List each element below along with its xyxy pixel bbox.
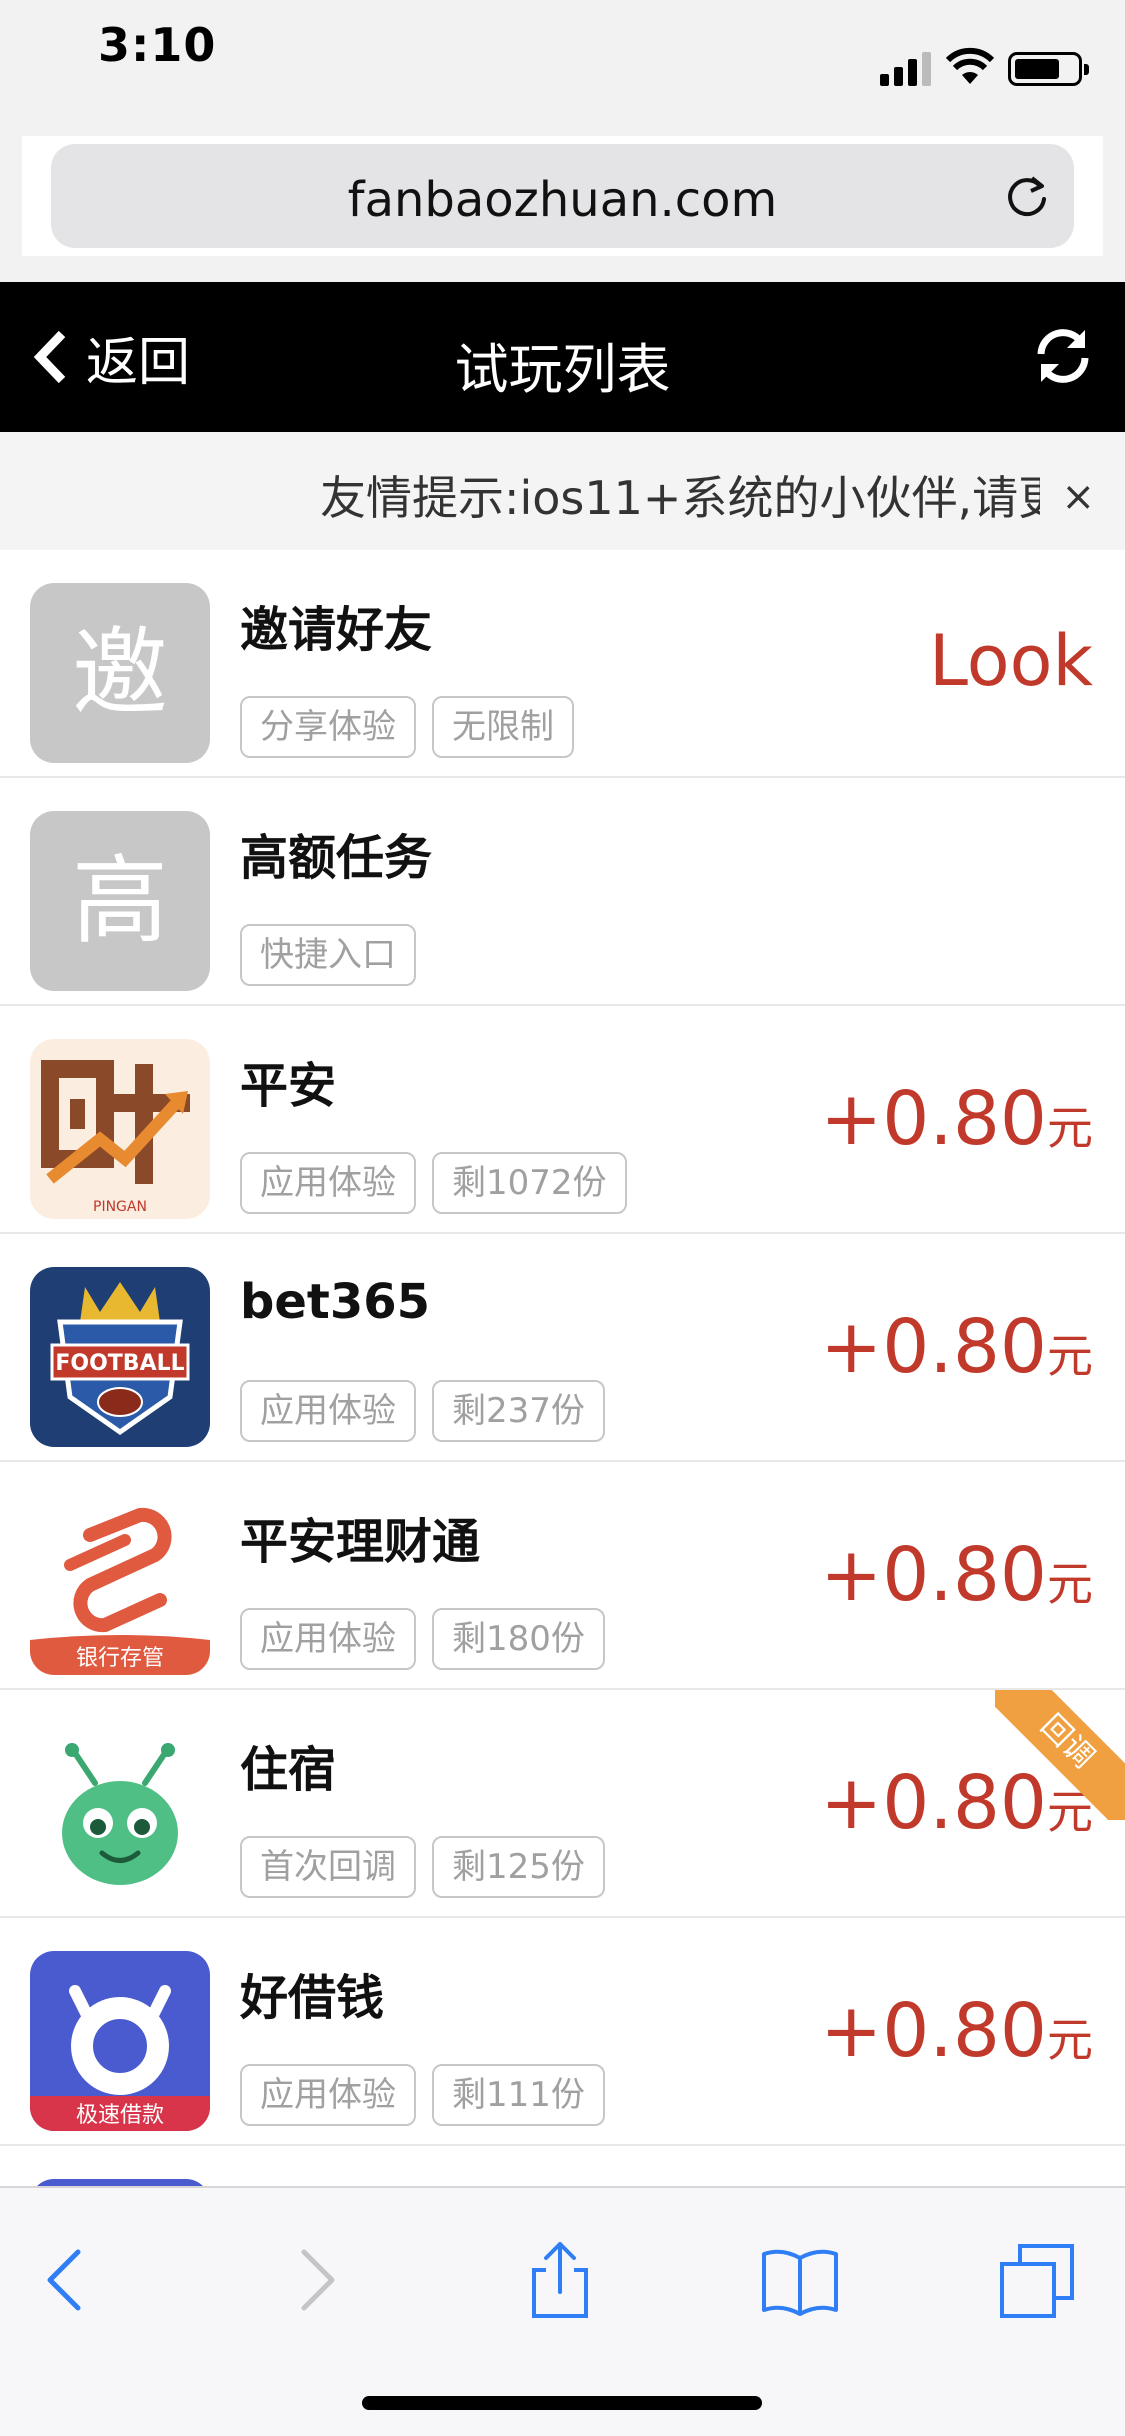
task-list: 邀 邀请好友 分享体验 无限制 Look 高 高额任务 快捷入口 PINGAN	[0, 550, 1125, 2374]
task-title: 邀请好友	[240, 602, 433, 658]
cellular-signal-icon	[880, 50, 934, 86]
task-title: 高额任务	[240, 830, 433, 886]
list-item[interactable]: 住宿 首次回调 剩125份 +0.80元 回调	[0, 1690, 1125, 1918]
task-tag: 快捷入口	[240, 924, 416, 986]
forward-arrow-icon[interactable]	[276, 2240, 356, 2320]
svg-text:FOOTBALL: FOOTBALL	[55, 1351, 184, 1376]
svg-text:银行存管: 银行存管	[76, 1646, 164, 1671]
task-tag: 首次回调	[240, 1836, 416, 1898]
list-item[interactable]: 银行存管 平安理财通 应用体验 剩180份 +0.80元	[0, 1462, 1125, 1690]
task-tag: 应用体验	[240, 1152, 416, 1214]
list-item[interactable]: 高 高额任务 快捷入口	[0, 778, 1125, 1006]
notice-close-button[interactable]: ×	[1061, 474, 1095, 520]
notice-banner: 友情提示:ios11+系统的小伙伴,请更 ×	[0, 432, 1125, 550]
reward-amount: +0.80元	[820, 1988, 1093, 2074]
list-item[interactable]: 极速借款 好借钱 应用体验 剩111份 +0.80元	[0, 1918, 1125, 2146]
list-item[interactable]: PINGAN 平安 应用体验 剩1072份 +0.80元	[0, 1006, 1125, 1234]
notice-text: 友情提示:ios11+系统的小伙伴,请更	[320, 471, 1040, 525]
reward-amount: +0.80元	[820, 1532, 1093, 1618]
task-tag: 应用体验	[240, 1608, 416, 1670]
status-bar: 3:10	[0, 0, 1125, 140]
page-title: 试玩列表	[454, 338, 671, 401]
share-icon[interactable]	[520, 2240, 600, 2320]
refresh-icon[interactable]	[1031, 324, 1095, 388]
task-tag: 应用体验	[240, 2064, 416, 2126]
task-title: 平安	[240, 1058, 337, 1114]
status-time: 3:10	[98, 18, 217, 72]
task-tag: 无限制	[432, 696, 574, 758]
url-bar[interactable]: fanbaozhuan.com	[51, 144, 1074, 248]
svg-text:PINGAN: PINGAN	[93, 1199, 147, 1215]
reload-icon[interactable]	[1002, 172, 1052, 222]
invite-icon: 邀	[30, 583, 210, 763]
task-tag: 分享体验	[240, 696, 416, 758]
url-text: fanbaozhuan.com	[347, 172, 778, 228]
task-tag: 剩1072份	[432, 1152, 627, 1214]
tabs-icon[interactable]	[998, 2240, 1078, 2320]
task-tag: 剩180份	[432, 1608, 605, 1670]
browser-toolbar	[0, 2186, 1125, 2436]
wifi-icon	[945, 47, 995, 84]
bank-deposit-app-icon: 银行存管	[30, 1495, 210, 1675]
list-item[interactable]: FOOTBALL bet365 应用体验 剩237份 +0.80元	[0, 1234, 1125, 1462]
browser-address-area: fanbaozhuan.com	[22, 136, 1103, 256]
task-title: 住宿	[240, 1742, 337, 1798]
task-tag: 剩237份	[432, 1380, 605, 1442]
task-tag: 剩111份	[432, 2064, 605, 2126]
task-title: bet365	[240, 1274, 431, 1330]
task-title: 平安理财通	[240, 1514, 481, 1570]
task-tag: 应用体验	[240, 1380, 416, 1442]
reward-amount: +0.80元	[820, 1304, 1093, 1390]
look-button[interactable]: Look	[929, 620, 1093, 702]
high-value-icon: 高	[30, 811, 210, 991]
football-app-icon: FOOTBALL	[30, 1267, 210, 1447]
caifu-app-icon: PINGAN	[30, 1039, 210, 1219]
list-item[interactable]: 邀 邀请好友 分享体验 无限制 Look	[0, 550, 1125, 778]
reward-amount: +0.80元	[820, 1076, 1093, 1162]
task-tag: 剩125份	[432, 1836, 605, 1898]
app-header: 返回 试玩列表	[0, 282, 1125, 432]
callback-ribbon: 回调	[995, 1690, 1125, 1820]
home-indicator	[362, 2396, 762, 2410]
task-title: 好借钱	[240, 1970, 385, 2026]
back-arrow-icon[interactable]	[26, 2240, 106, 2320]
battery-icon	[1008, 52, 1089, 86]
bookmarks-icon[interactable]	[760, 2240, 840, 2320]
green-bug-app-icon	[30, 1723, 210, 1903]
loan-icon-caption: 极速借款	[76, 2103, 164, 2128]
loan-app-icon: 极速借款	[30, 1951, 210, 2131]
